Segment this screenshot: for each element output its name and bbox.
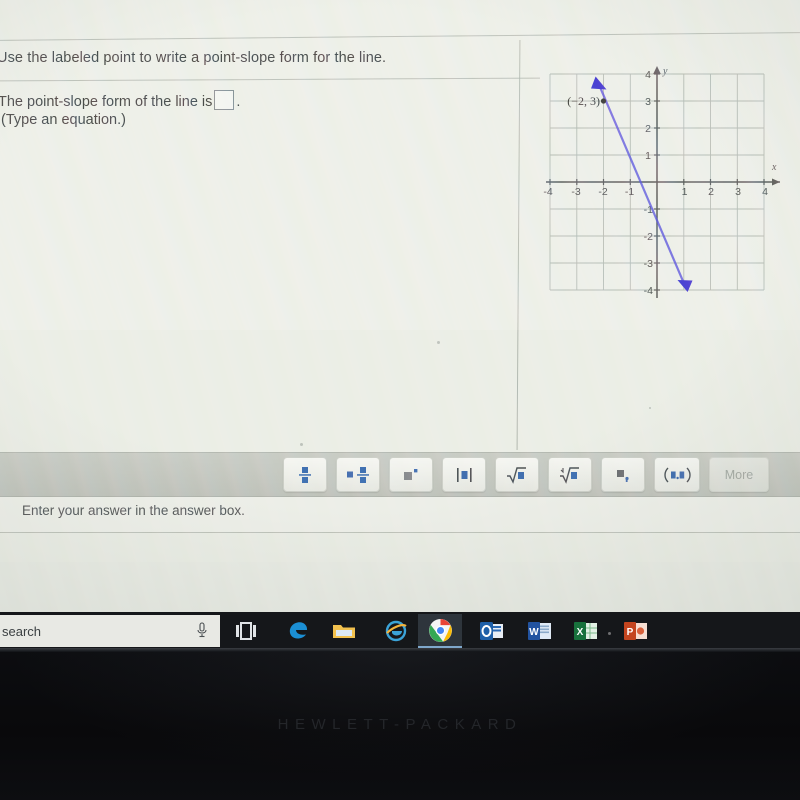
microphone-icon[interactable] <box>196 622 208 641</box>
square-root-button[interactable] <box>495 457 539 492</box>
y-tick-label: 3 <box>645 96 651 108</box>
question-divider <box>0 77 540 82</box>
laptop-bezel: HEWLETT-PACKARD <box>0 650 800 800</box>
x-tick-label: -2 <box>598 186 607 198</box>
y-tick-label: -3 <box>644 258 653 270</box>
labeled-point <box>600 98 607 104</box>
exponent-button[interactable] <box>389 457 433 492</box>
answer-statement-row: The point-slope form of the line is. <box>0 90 240 110</box>
mixed-number-button[interactable] <box>336 457 380 492</box>
file-explorer-icon[interactable] <box>330 617 358 645</box>
x-tick-label: 2 <box>708 186 714 198</box>
laptop-screen: Use the labeled point to write a point-s… <box>0 0 800 612</box>
powerpoint-icon[interactable]: P <box>622 617 650 645</box>
x-tick-label: 3 <box>735 186 741 198</box>
header-divider <box>0 32 800 41</box>
excel-icon[interactable]: X <box>572 617 600 645</box>
y-tick-label: -2 <box>644 231 653 243</box>
y-tick-label: 1 <box>645 150 651 162</box>
dust-speck <box>649 407 651 409</box>
chrome-icon[interactable] <box>418 614 462 648</box>
y-tick-label: -4 <box>644 285 653 297</box>
coordinate-graph: x y -4 -3 -2 -1 1 2 3 4 4 3 2 1 -1 -2 -3… <box>540 52 792 310</box>
windows-taskbar: search W X P <box>0 612 800 650</box>
exponent-icon <box>404 468 418 480</box>
ordered-pair-icon <box>664 467 691 482</box>
y-tick-label: 2 <box>645 123 651 135</box>
subscript-button[interactable] <box>601 457 645 492</box>
taskbar-search-input[interactable]: search <box>0 615 220 647</box>
x-axis-label: x <box>771 162 777 173</box>
subscript-icon <box>617 469 629 482</box>
answer-instruction: (Type an equation.) <box>1 112 126 128</box>
task-view-icon[interactable] <box>232 617 260 645</box>
screen-bottom-edge <box>0 648 800 652</box>
x-tick-label: -4 <box>543 186 552 198</box>
absolute-value-button[interactable] <box>442 457 486 492</box>
svg-text:P: P <box>627 627 634 638</box>
x-tick-label: -1 <box>625 186 634 198</box>
word-icon[interactable]: W <box>526 617 554 645</box>
hp-brand-logo: HEWLETT-PACKARD <box>277 716 523 733</box>
taskbar-search-placeholder: search <box>2 623 42 639</box>
fraction-button[interactable] <box>283 457 327 492</box>
math-homework-page: Use the labeled point to write a point-s… <box>0 0 800 612</box>
more-symbols-label: More <box>724 467 754 482</box>
point-label: (−2, 3) <box>567 94 600 108</box>
svg-text:X: X <box>577 627 584 638</box>
math-symbol-toolbar: More <box>0 452 800 497</box>
more-symbols-button[interactable]: More <box>709 457 769 492</box>
hint-text: Enter your answer in the answer box. <box>22 503 245 518</box>
x-axis-arrow <box>772 178 780 186</box>
x-tick-label: 4 <box>762 186 768 198</box>
graph-svg: x y -4 -3 -2 -1 1 2 3 4 4 3 2 1 -1 -2 -3… <box>543 66 780 298</box>
nth-root-icon <box>560 466 579 484</box>
y-axis-label: y <box>662 66 668 77</box>
y-tick-label: 4 <box>645 69 651 81</box>
x-tick-label: 1 <box>682 186 688 198</box>
bottom-navigation-bar: Review progress Question 6 of 15 Go <box>0 562 800 612</box>
internet-explorer-icon[interactable] <box>382 617 410 645</box>
absolute-value-icon <box>457 467 472 482</box>
panel-divider <box>516 40 521 450</box>
answer-statement-text: The point-slope form of the line is <box>0 94 213 110</box>
dust-speck <box>437 341 440 344</box>
square-root-icon <box>507 466 526 484</box>
question-prompt: Use the labeled point to write a point-s… <box>0 50 387 66</box>
answer-statement-period: . <box>236 94 241 110</box>
edge-icon[interactable] <box>284 617 312 645</box>
photo-of-laptop-screen: Use the labeled point to write a point-s… <box>0 0 800 800</box>
nth-root-button[interactable] <box>548 457 592 492</box>
outlook-icon[interactable] <box>478 617 506 645</box>
taskbar-speck <box>608 632 611 635</box>
x-tick-label: -3 <box>571 186 580 198</box>
y-axis-arrow <box>653 66 661 74</box>
answer-input-box[interactable] <box>214 90 235 110</box>
svg-text:W: W <box>529 627 539 638</box>
fraction-icon <box>299 466 311 483</box>
ordered-pair-button[interactable] <box>654 457 700 492</box>
dust-speck <box>300 443 303 446</box>
mixed-number-icon <box>347 466 369 483</box>
